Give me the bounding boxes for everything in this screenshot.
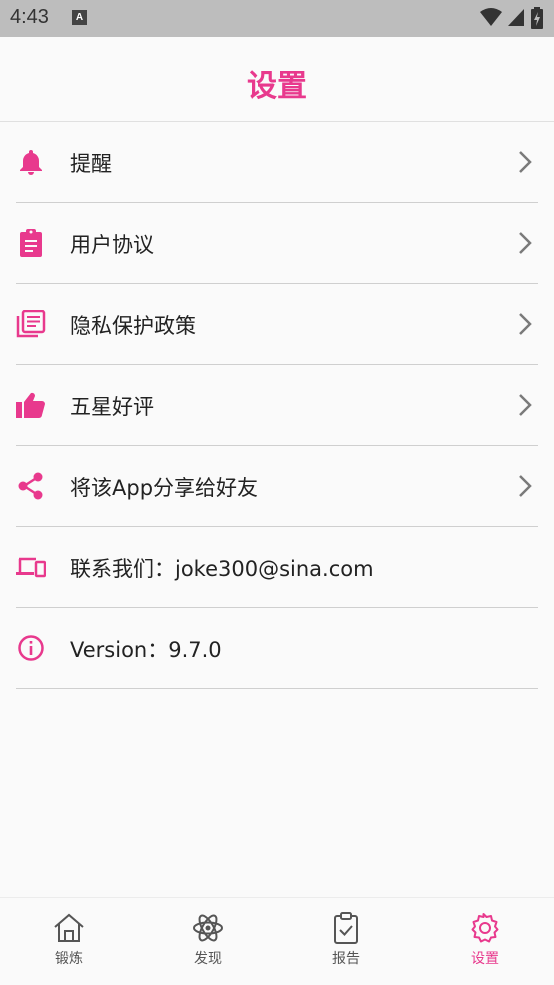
nav-label: 报告	[332, 951, 360, 967]
app-header: 设置	[0, 37, 554, 122]
chevron-right-icon	[519, 394, 532, 416]
menu-item-reminder[interactable]: 提醒	[16, 122, 538, 203]
menu-item-label: 将该App分享给好友	[70, 476, 259, 500]
nav-label: 锻炼	[55, 951, 83, 967]
nav-label: 发现	[194, 951, 222, 967]
menu-item-label: 隐私保护政策	[70, 314, 196, 338]
nav-item-discover[interactable]: 发现	[168, 912, 248, 968]
page-title: 设置	[247, 69, 307, 104]
clipboard-check-icon	[334, 912, 358, 944]
notification-a-icon: A	[72, 10, 87, 25]
settings-gear-icon	[471, 913, 499, 943]
thumbs-up-icon	[16, 392, 45, 418]
menu-item-privacy-policy[interactable]: 隐私保护政策	[16, 284, 538, 365]
chevron-right-icon	[519, 313, 532, 335]
menu-item-user-agreement[interactable]: 用户协议	[16, 203, 538, 284]
battery-icon	[531, 7, 543, 29]
status-right-icons	[479, 7, 544, 29]
devices-icon	[16, 557, 46, 578]
home-icon	[54, 913, 84, 942]
status-bar: 4:43 A	[0, 0, 554, 37]
nav-item-settings[interactable]: 设置	[445, 912, 525, 968]
atom-icon	[193, 914, 223, 942]
menu-item-label: Version：9.7.0	[70, 638, 222, 662]
status-time: 4:43	[10, 6, 49, 28]
wifi-icon	[479, 8, 502, 26]
info-icon	[18, 635, 44, 661]
menu-item-version: Version：9.7.0	[16, 608, 538, 689]
clipboard-icon	[20, 229, 42, 257]
document-stack-icon	[16, 310, 46, 338]
nav-item-report[interactable]: 报告	[306, 912, 386, 968]
nav-item-exercise[interactable]: 锻炼	[29, 912, 109, 968]
bell-icon	[20, 150, 42, 175]
chevron-right-icon	[519, 151, 532, 173]
menu-item-share-app[interactable]: 将该App分享给好友	[16, 446, 538, 527]
settings-menu: 提醒 用户协议 隐私保护政策 五星好评 将该App分享给好友 联系我们：joke…	[0, 122, 554, 689]
nav-label: 设置	[471, 951, 499, 967]
menu-item-label: 五星好评	[70, 395, 154, 419]
bottom-nav: 锻炼 发现 报告 设置	[0, 897, 554, 985]
share-icon	[18, 472, 43, 500]
chevron-right-icon	[519, 232, 532, 254]
chevron-right-icon	[519, 475, 532, 497]
signal-icon	[507, 9, 524, 26]
menu-item-label: 用户协议	[70, 233, 154, 257]
menu-item-label: 联系我们：joke300@sina.com	[70, 557, 374, 581]
menu-item-contact-us: 联系我们：joke300@sina.com	[16, 527, 538, 608]
menu-item-five-star-review[interactable]: 五星好评	[16, 365, 538, 446]
menu-item-label: 提醒	[70, 152, 112, 176]
